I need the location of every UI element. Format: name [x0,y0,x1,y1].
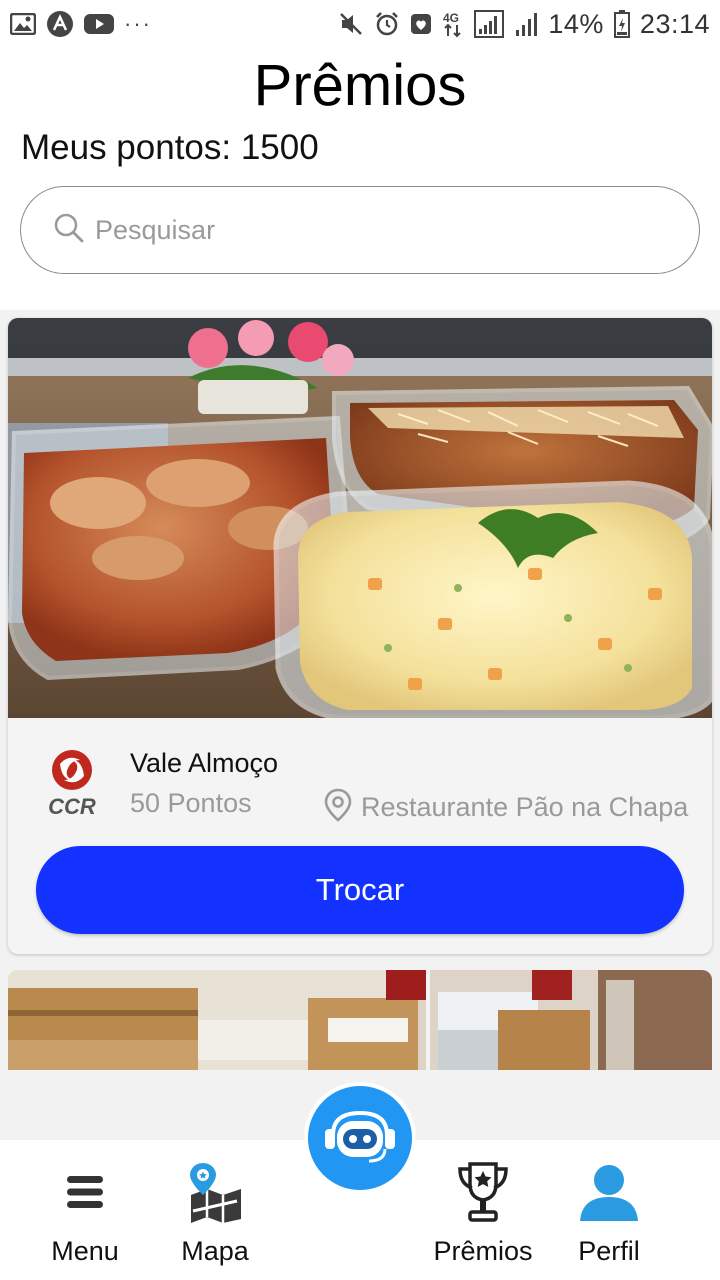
logo-text: CCR [48,794,96,818]
shield-icon [410,12,432,36]
user-icon [544,1160,674,1224]
search-input[interactable] [95,214,655,246]
nav-perfil-label: Perfil [578,1236,640,1266]
status-bar: ··· 4G 14% 23:14 [0,0,720,48]
signal-icon-2 [514,11,538,37]
nav-mapa[interactable]: Mapa [150,1160,280,1267]
youtube-icon [84,13,114,35]
nav-perfil[interactable]: Perfil [544,1160,674,1267]
clock: 23:14 [639,8,710,39]
reward-card[interactable]: CCR Vale Almoço 50 Pontos Restaurante Pã… [8,318,712,954]
location-text: Restaurante Pão na Chapa [361,792,689,822]
map-icon [150,1160,280,1224]
ccr-logo: CCR [42,748,102,819]
page-title: Prêmios [253,53,467,118]
hamburger-icon [20,1160,150,1224]
trocar-button[interactable]: Trocar [36,846,684,934]
gallery-icon [10,13,36,35]
chatbot-icon [323,1107,397,1170]
reward-card-2-image[interactable] [8,970,712,1070]
battery-icon [613,10,630,38]
reward-points: 50 Pontos [130,788,252,818]
more-icon: ··· [124,11,152,36]
battery-percent: 14% [548,8,604,39]
nav-mapa-label: Mapa [181,1236,249,1266]
search-icon [53,212,85,249]
food-dishes-image [8,318,712,721]
svg-text:4G: 4G [443,11,459,25]
search-bar[interactable] [20,186,700,274]
points-balance: Meus pontos: 1500 [21,128,319,167]
signal-icon [474,10,505,38]
nav-menu[interactable]: Menu [20,1160,150,1267]
location-pin-icon [323,788,353,827]
reward-location: Restaurante Pão na Chapa [323,788,688,827]
chatbot-button[interactable] [304,1082,416,1194]
reward-title: Vale Almoço [130,748,279,778]
nav-premios-label: Prêmios [433,1236,533,1266]
mute-icon [338,11,364,37]
trophy-icon [418,1160,548,1224]
app-icon [46,10,74,38]
nav-premios[interactable]: Prêmios [418,1160,548,1267]
nav-menu-label: Menu [51,1236,119,1266]
network-4g-icon: 4G [442,10,464,38]
alarm-icon [374,11,400,37]
